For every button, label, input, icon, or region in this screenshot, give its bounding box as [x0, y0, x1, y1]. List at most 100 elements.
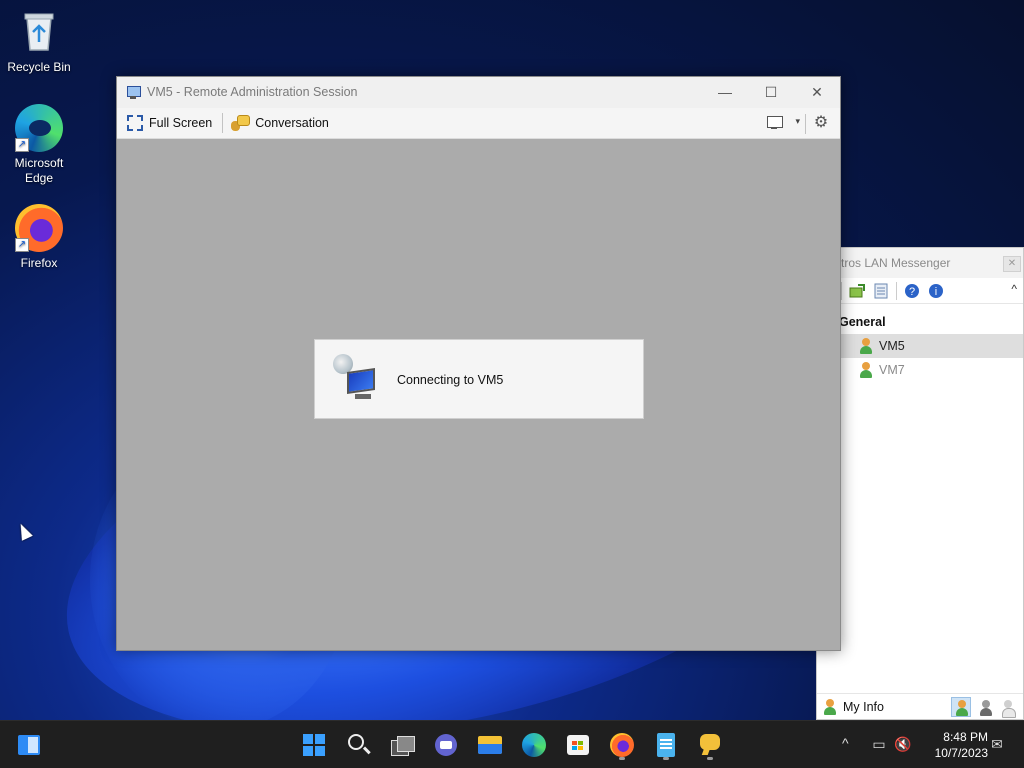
desktop-icon-label: Firefox — [20, 256, 58, 270]
window-title: VM5 - Remote Administration Session — [147, 85, 358, 99]
widgets-button[interactable] — [10, 729, 46, 761]
my-info-label: My Info — [843, 700, 884, 714]
teams-chat-button[interactable] — [428, 729, 464, 761]
offline-status-button[interactable] — [997, 697, 1017, 718]
recycle-bin-icon — [15, 8, 63, 56]
toolbar-divider — [896, 281, 897, 300]
toolbar-divider — [222, 113, 224, 133]
edge-icon — [522, 733, 546, 757]
lan-toolbar: ? i ^ — [817, 278, 1023, 304]
clock-date: 10/7/2023 — [934, 746, 988, 760]
desktop-icon-label: Microsoft Edge — [14, 156, 64, 185]
remote-admin-toolbar: Full Screen Conversation ▾ ⚙ — [117, 108, 840, 139]
busy-status-icon — [979, 700, 993, 716]
settings-gear-icon[interactable]: ⚙ — [812, 114, 830, 132]
network-icon[interactable]: ▭ — [870, 735, 888, 753]
contact-name: VM5 — [879, 339, 905, 353]
mouse-cursor-icon — [15, 521, 33, 541]
running-indicator — [663, 757, 669, 760]
user-online-icon — [859, 338, 873, 354]
lan-messenger-title: tros LAN Messenger — [841, 256, 951, 270]
minimize-button[interactable]: — — [702, 77, 748, 108]
network-connect-icon — [333, 354, 379, 402]
tray-overflow-chevron-icon[interactable]: ^ — [842, 735, 849, 751]
lan-messenger-icon — [700, 734, 720, 750]
start-button[interactable] — [296, 729, 332, 761]
desktop-icon-recycle-bin[interactable]: Recycle Bin — [1, 8, 77, 75]
contact-group-general[interactable]: General — [817, 310, 1023, 334]
remote-screen-area[interactable]: Connecting to VM5 — [117, 139, 840, 650]
clock-time: 8:48 PM — [943, 730, 988, 744]
file-explorer-button[interactable] — [472, 729, 508, 761]
close-button[interactable]: ✕ — [794, 77, 840, 108]
teams-chat-icon — [435, 734, 457, 756]
busy-status-button[interactable] — [975, 697, 995, 717]
toolbar-divider — [805, 114, 806, 134]
shortcut-arrow-icon: ↗ — [15, 238, 29, 252]
add-contact-icon[interactable] — [848, 282, 866, 300]
collapse-chevron-icon[interactable]: ^ — [1011, 282, 1017, 296]
start-icon — [303, 734, 325, 756]
conversation-label: Conversation — [255, 116, 329, 130]
info-icon[interactable]: i — [927, 282, 945, 300]
contact-name: VM7 — [879, 363, 905, 377]
shortcut-arrow-icon: ↗ — [15, 138, 29, 152]
connecting-message: Connecting to VM5 — [397, 373, 504, 387]
task-view-icon — [391, 736, 415, 756]
widgets-icon — [18, 735, 40, 755]
online-status-icon — [955, 700, 969, 716]
lan-messenger-titlebar[interactable]: tros LAN Messenger ✕ — [817, 248, 1023, 278]
lan-close-button[interactable]: ✕ — [1003, 256, 1021, 272]
online-status-button[interactable] — [951, 697, 971, 717]
search-button[interactable] — [340, 729, 376, 761]
maximize-button[interactable]: ☐ — [748, 77, 794, 108]
desktop-icon-label: Recycle Bin — [7, 60, 71, 74]
history-icon[interactable] — [872, 282, 890, 300]
monitor-select-icon[interactable] — [766, 115, 784, 131]
store-button[interactable] — [560, 729, 596, 761]
running-indicator — [619, 757, 625, 760]
my-info-button[interactable]: My Info — [823, 698, 884, 716]
taskbar: ^ ▭ 🔇 8:48 PM 10/7/2023 ✉ — [0, 720, 1024, 768]
monitor-dropdown-caret-icon[interactable]: ▾ — [795, 116, 800, 127]
store-icon — [567, 735, 589, 755]
contact-item-vm5[interactable]: VM5 — [817, 334, 1023, 358]
lan-messenger-window[interactable]: tros LAN Messenger ✕ ? i ^ General VM5 V… — [816, 247, 1024, 720]
toolbar-divider — [841, 281, 842, 300]
full-screen-button[interactable]: Full Screen — [127, 111, 218, 135]
edge-taskbar-button[interactable] — [516, 729, 552, 761]
desktop-icon-edge[interactable]: ↗ Microsoft Edge — [1, 104, 77, 186]
notification-icon[interactable]: ✉ — [988, 735, 1006, 753]
running-indicator — [707, 757, 713, 760]
svg-text:?: ? — [909, 286, 915, 298]
clock[interactable]: 8:48 PM 10/7/2023 — [920, 729, 988, 761]
search-icon — [348, 734, 364, 750]
full-screen-label: Full Screen — [149, 116, 213, 130]
remote-admin-app-icon — [125, 85, 141, 100]
volume-muted-icon[interactable]: 🔇 — [894, 735, 912, 753]
lan-status-bar: My Info — [817, 693, 1023, 719]
user-online-icon — [859, 362, 873, 378]
task-view-button[interactable] — [384, 729, 420, 761]
firefox-icon: ↗ — [15, 204, 63, 252]
remote-admin-window[interactable]: VM5 - Remote Administration Session — ☐ … — [116, 76, 841, 651]
remote-admin-titlebar[interactable]: VM5 - Remote Administration Session — ☐ … — [117, 77, 840, 108]
lan-messenger-taskbar-button[interactable] — [692, 729, 728, 761]
help-icon[interactable]: ? — [903, 282, 921, 300]
notepad-taskbar-button[interactable] — [648, 729, 684, 761]
desktop-icon-firefox[interactable]: ↗ Firefox — [1, 204, 77, 271]
my-info-icon — [823, 699, 837, 715]
conversation-icon — [231, 115, 251, 131]
connecting-dialog: Connecting to VM5 — [314, 339, 644, 419]
file-explorer-icon — [478, 736, 502, 754]
firefox-taskbar-button[interactable] — [604, 729, 640, 761]
firefox-icon — [610, 733, 634, 757]
notepad-icon — [657, 733, 675, 757]
full-screen-icon — [127, 115, 143, 131]
conversation-button[interactable]: Conversation — [231, 111, 335, 135]
edge-icon: ↗ — [15, 104, 63, 152]
contact-item-vm7[interactable]: VM7 — [817, 358, 1023, 382]
group-label: General — [839, 315, 886, 329]
svg-text:i: i — [935, 286, 937, 298]
offline-status-icon — [1001, 700, 1016, 718]
